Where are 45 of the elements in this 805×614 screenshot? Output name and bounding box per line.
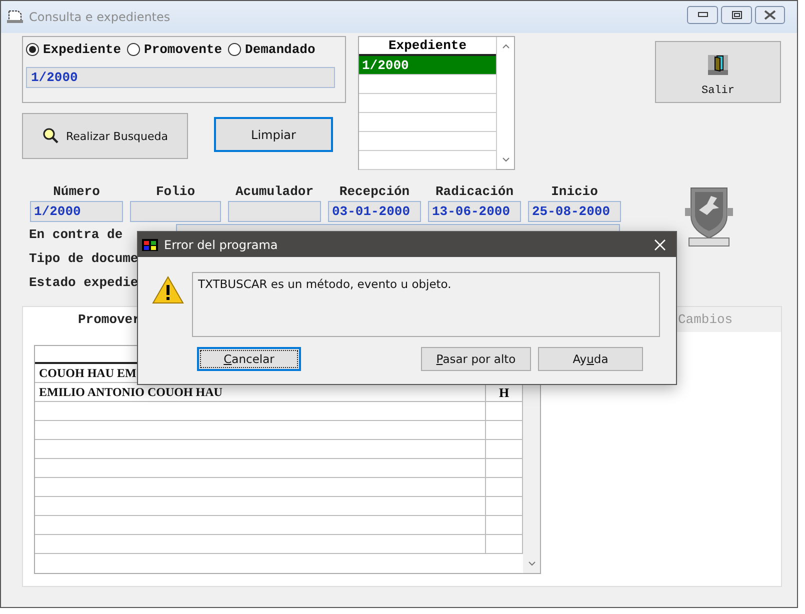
clear-button[interactable]: Limpiar bbox=[214, 117, 333, 152]
field-label: Estado expedie bbox=[29, 274, 138, 290]
search-field[interactable]: 1/2000 bbox=[26, 67, 335, 88]
search-icon bbox=[42, 127, 60, 145]
text-field[interactable]: 25-08-2000 bbox=[528, 201, 621, 222]
radio-option[interactable]: Expediente bbox=[26, 42, 122, 57]
field-label: Inicio bbox=[551, 184, 598, 201]
window-title: Consulta e expedientes bbox=[29, 10, 170, 24]
dialog-button[interactable]: Pasar por alto bbox=[421, 347, 531, 371]
maximize-icon bbox=[732, 11, 742, 19]
radio-option[interactable]: Demandado bbox=[228, 42, 316, 57]
scroll-down-icon bbox=[528, 561, 536, 567]
list-row[interactable]: 1/2000 bbox=[359, 56, 496, 75]
text-field[interactable]: 1/2000 bbox=[30, 201, 123, 222]
close-icon[interactable] bbox=[654, 238, 666, 250]
field-label: Recepción bbox=[339, 184, 410, 201]
app-icon bbox=[7, 10, 23, 24]
text-field[interactable]: 03-01-2000 bbox=[328, 201, 421, 222]
text-field[interactable]: 13-06-2000 bbox=[428, 201, 521, 222]
dialog-button[interactable]: Ayuda bbox=[538, 347, 643, 371]
field-label: Número bbox=[53, 184, 100, 201]
message-text: TXTBUSCAR es un método, evento u objeto. bbox=[192, 272, 660, 337]
close-button[interactable] bbox=[755, 6, 785, 24]
scroll-down-icon bbox=[502, 157, 510, 163]
search-button[interactable]: Realizar Busqueda bbox=[22, 113, 188, 159]
warning-icon bbox=[152, 275, 184, 305]
text-field[interactable] bbox=[228, 201, 321, 222]
maximize-button[interactable] bbox=[721, 6, 752, 24]
text-field[interactable] bbox=[130, 201, 221, 222]
exit-button[interactable]: Salir bbox=[655, 41, 781, 103]
minimize-button[interactable] bbox=[687, 6, 718, 24]
app-icon bbox=[142, 236, 158, 252]
field-label: Folio bbox=[156, 184, 195, 201]
field-label: Tipo de docume bbox=[29, 250, 138, 266]
scroll-up-icon bbox=[502, 43, 510, 49]
field-label: Radicación bbox=[435, 184, 514, 201]
door-icon bbox=[708, 54, 728, 74]
radio-option[interactable]: Promovente bbox=[127, 42, 222, 57]
field-label: En contra de bbox=[29, 226, 123, 242]
minimize-icon bbox=[698, 12, 708, 18]
close-icon bbox=[764, 10, 776, 20]
table-cell: H bbox=[498, 385, 510, 400]
dialog-button[interactable]: Cancelar bbox=[197, 347, 301, 371]
field-label: Acumulador bbox=[235, 184, 314, 201]
dialog-title: Error del programa bbox=[164, 238, 278, 252]
